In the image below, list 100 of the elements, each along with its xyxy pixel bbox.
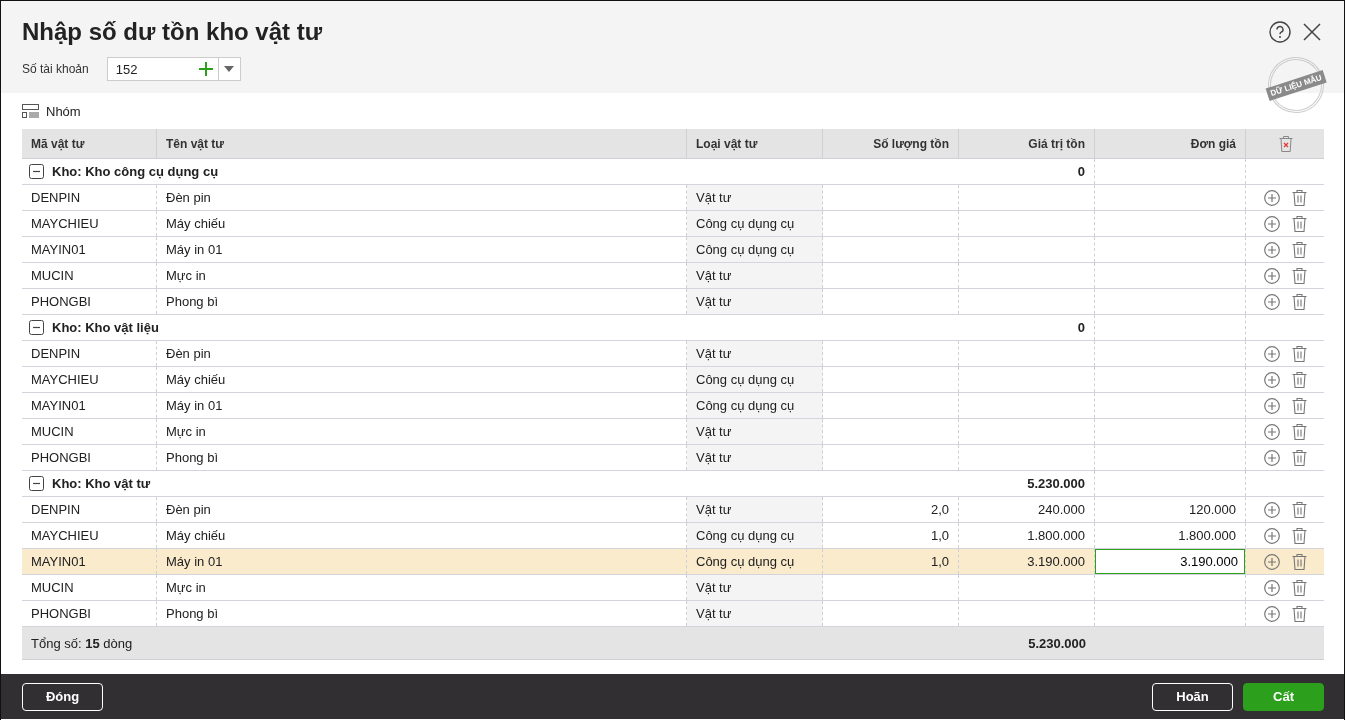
column-header: Mã vật tư (22, 129, 157, 158)
table-cell: Máy in 01 (166, 554, 223, 569)
add-row-icon[interactable] (1264, 553, 1280, 570)
table-cell: Mực in (166, 424, 206, 439)
help-icon[interactable] (1269, 21, 1291, 43)
table-cell: Vật tư (696, 450, 732, 465)
table-cell: MAYIN01 (31, 554, 86, 569)
column-header: Giá trị tồn (959, 129, 1095, 158)
unit-price-input[interactable]: 3.190.000 (1095, 549, 1245, 574)
grand-total: 5.230.000 (1028, 635, 1086, 651)
table-cell: 240.000 (1038, 502, 1085, 517)
add-row-icon[interactable] (1264, 215, 1280, 232)
table-cell: PHONGBI (31, 450, 91, 465)
table-cell: Vật tư (696, 606, 732, 621)
collapse-icon[interactable] (29, 164, 44, 179)
delete-row-icon[interactable] (1292, 553, 1307, 570)
table-cell: 2,0 (930, 502, 949, 517)
table-cell: DENPIN (31, 346, 81, 361)
table-cell: Vật tư (696, 424, 732, 439)
delete-row-icon[interactable] (1292, 345, 1307, 362)
add-row-icon[interactable] (1264, 189, 1280, 206)
table-cell: Máy in 01 (166, 242, 223, 257)
column-header: Tên vật tư (157, 129, 687, 158)
add-row-icon[interactable] (1264, 267, 1280, 284)
table-cell: Mực in (166, 268, 206, 283)
table-cell: Đèn pin (166, 502, 211, 517)
table-cell: Công cụ dụng cụ (696, 554, 795, 569)
table-cell: MAYIN01 (31, 398, 86, 413)
add-row-icon[interactable] (1264, 397, 1280, 414)
table-cell: MAYCHIEU (31, 372, 99, 387)
table-cell: Vật tư (696, 190, 732, 205)
delete-row-icon[interactable] (1292, 579, 1307, 596)
table-cell: DENPIN (31, 190, 81, 205)
account-combo[interactable]: 152 (106, 57, 241, 81)
table-cell: 1.800.000 (1027, 528, 1085, 543)
table-cell: DENPIN (31, 502, 81, 517)
delete-row-icon[interactable] (1292, 501, 1307, 518)
delete-row-icon[interactable] (1292, 605, 1307, 622)
dropdown-caret-icon[interactable] (224, 66, 235, 72)
collapse-icon[interactable] (29, 476, 44, 491)
delete-row-icon[interactable] (1292, 241, 1307, 258)
table-cell: Vật tư (696, 294, 732, 309)
delete-row-icon[interactable] (1292, 189, 1307, 206)
column-header: Loại vật tư (687, 129, 823, 158)
delete-row-icon[interactable] (1292, 267, 1307, 284)
group-button[interactable]: Nhóm (46, 103, 81, 119)
table-cell: 1,0 (930, 528, 949, 543)
table-cell: Đèn pin (166, 190, 211, 205)
add-row-icon[interactable] (1264, 423, 1280, 440)
add-row-icon[interactable] (1264, 293, 1280, 310)
table-cell: MUCIN (31, 424, 74, 439)
table-cell: Công cụ dụng cụ (696, 372, 795, 387)
table-cell: Mực in (166, 580, 206, 595)
delete-all-icon[interactable] (1278, 135, 1293, 152)
table-cell: PHONGBI (31, 294, 91, 309)
table-cell: Công cụ dụng cụ (696, 398, 795, 413)
table-cell: 1,0 (930, 554, 949, 569)
add-row-icon[interactable] (1264, 579, 1280, 596)
table-cell: Máy chiếu (166, 372, 226, 387)
delete-row-icon[interactable] (1292, 293, 1307, 310)
account-label: Số tài khoản (22, 62, 89, 76)
group-icon[interactable] (22, 104, 39, 118)
dialog-button[interactable]: Hoãn (1152, 682, 1233, 711)
table-cell: Vật tư (696, 502, 732, 517)
group-total: 0 (959, 159, 1095, 184)
add-row-icon[interactable] (1264, 371, 1280, 388)
table-cell: Công cụ dụng cụ (696, 242, 795, 257)
table-cell: Máy in 01 (166, 398, 223, 413)
group-label: Kho: Kho vật tư (52, 476, 151, 491)
add-icon[interactable] (198, 62, 213, 76)
table-cell: Công cụ dụng cụ (696, 216, 795, 231)
delete-row-icon[interactable] (1292, 449, 1307, 466)
delete-row-icon[interactable] (1292, 423, 1307, 440)
table-cell: 3.190.000 (1027, 554, 1085, 569)
add-row-icon[interactable] (1264, 527, 1280, 544)
delete-row-icon[interactable] (1292, 397, 1307, 414)
group-label: Kho: Kho vật liệu (52, 320, 159, 335)
table-cell: 1.800.000 (1178, 528, 1236, 543)
table-cell: MAYCHIEU (31, 216, 99, 231)
delete-row-icon[interactable] (1292, 527, 1307, 544)
delete-row-icon[interactable] (1292, 371, 1307, 388)
table-cell: MUCIN (31, 580, 74, 595)
table-cell: Vật tư (696, 346, 732, 361)
close-icon[interactable] (1302, 22, 1322, 42)
add-row-icon[interactable] (1264, 241, 1280, 258)
table-cell: PHONGBI (31, 606, 91, 621)
add-row-icon[interactable] (1264, 605, 1280, 622)
delete-row-icon[interactable] (1292, 215, 1307, 232)
add-row-icon[interactable] (1264, 345, 1280, 362)
table-cell: MUCIN (31, 268, 74, 283)
table-cell: Phong bì (166, 450, 219, 465)
group-label: Kho: Kho công cụ dụng cụ (52, 164, 219, 179)
dialog-button[interactable]: Đóng (22, 682, 103, 711)
table-cell: Công cụ dụng cụ (696, 528, 795, 543)
add-row-icon[interactable] (1264, 501, 1280, 518)
table-cell: Máy chiếu (166, 216, 226, 231)
collapse-icon[interactable] (29, 320, 44, 335)
add-row-icon[interactable] (1264, 449, 1280, 466)
column-header: Số lượng tồn (823, 129, 959, 158)
row-count-summary: Tổng số: 15 dòng (31, 635, 133, 651)
